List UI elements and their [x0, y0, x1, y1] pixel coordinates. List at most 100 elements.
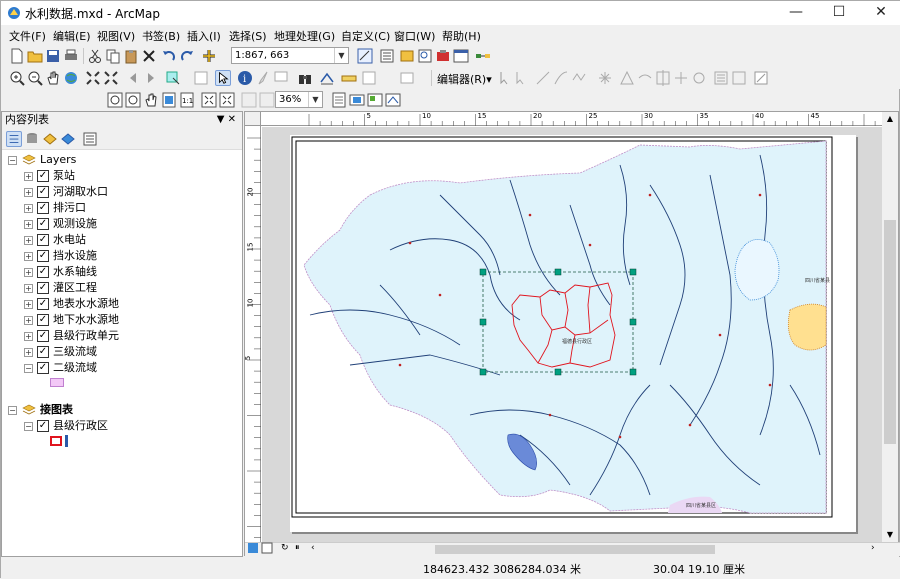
- create-features-icon[interactable]: [753, 70, 769, 86]
- point-icon[interactable]: [597, 70, 613, 86]
- open-folder-icon[interactable]: [27, 48, 43, 64]
- chevron-down-icon[interactable]: ▼: [334, 48, 348, 63]
- zoom-in-icon[interactable]: [9, 70, 25, 86]
- undo-icon[interactable]: [161, 48, 177, 64]
- layer-visibility-checkbox[interactable]: ✓: [37, 298, 49, 310]
- close-button[interactable]: ✕: [861, 1, 900, 25]
- change-layout-icon[interactable]: [367, 92, 383, 108]
- expand-icon[interactable]: +: [24, 236, 33, 245]
- menu-windows[interactable]: 窗口(W): [394, 28, 435, 44]
- select-elements-icon[interactable]: [215, 70, 231, 86]
- attributes-icon[interactable]: [713, 70, 729, 86]
- scroll-left-icon[interactable]: ‹: [311, 543, 315, 553]
- list-by-source-icon[interactable]: [24, 131, 40, 147]
- menu-help[interactable]: 帮助(H): [442, 28, 481, 44]
- find-binoculars-icon[interactable]: [297, 70, 313, 86]
- vertical-scrollbar[interactable]: ▲ ▼: [882, 112, 898, 542]
- expand-icon[interactable]: +: [24, 268, 33, 277]
- layer-visibility-checkbox[interactable]: ✓: [37, 218, 49, 230]
- next-layout-extent-icon[interactable]: [259, 92, 275, 108]
- vertical-scroll-thumb[interactable]: [884, 220, 896, 444]
- zoom-whole-page-icon[interactable]: [161, 92, 177, 108]
- print-icon[interactable]: [63, 48, 79, 64]
- toc-pin-close[interactable]: ▼ ✕: [217, 112, 236, 127]
- editor-menu[interactable]: 编辑器(R)▾: [437, 71, 492, 87]
- redo-icon[interactable]: [179, 48, 195, 64]
- menu-bookmarks[interactable]: 书签(B): [142, 28, 180, 44]
- layer-visibility-checkbox[interactable]: ✓: [37, 282, 49, 294]
- expand-icon[interactable]: +: [24, 172, 33, 181]
- trace-icon[interactable]: [571, 70, 587, 86]
- layer-visibility-checkbox[interactable]: ✓: [37, 420, 49, 432]
- layout-view-toggle-icon[interactable]: [261, 542, 273, 554]
- clear-selection-icon[interactable]: [193, 70, 209, 86]
- layer-visibility-checkbox[interactable]: ✓: [37, 330, 49, 342]
- expand-icon[interactable]: +: [24, 348, 33, 357]
- list-by-selection-icon[interactable]: [60, 131, 76, 147]
- layout-view-icon[interactable]: [399, 70, 415, 86]
- add-data-icon[interactable]: [201, 48, 217, 64]
- go-to-xy-icon[interactable]: [319, 70, 335, 86]
- scroll-right-icon[interactable]: ›: [871, 543, 875, 553]
- layout-zoom-combo[interactable]: 36% ▼: [275, 91, 323, 108]
- layout-pan-icon[interactable]: [143, 92, 159, 108]
- menu-geoprocessing[interactable]: 地理处理(G): [274, 28, 335, 44]
- list-by-drawing-order-icon[interactable]: [6, 131, 22, 147]
- data-view-icon[interactable]: [247, 542, 259, 554]
- layer-visibility-checkbox[interactable]: ✓: [37, 250, 49, 262]
- edit-vertices-icon[interactable]: [619, 70, 635, 86]
- reshape-icon[interactable]: [637, 70, 653, 86]
- back-extent-icon[interactable]: [125, 70, 141, 86]
- fixed-zoom-out-icon[interactable]: [103, 70, 119, 86]
- layout-zoom-out-icon[interactable]: [125, 92, 141, 108]
- menu-insert[interactable]: 插入(I): [187, 28, 221, 44]
- horizontal-scroll-thumb[interactable]: [435, 545, 715, 554]
- zoom-100-icon[interactable]: 1:1: [179, 92, 195, 108]
- refresh-icon[interactable]: ↻: [281, 543, 289, 553]
- list-by-visibility-icon[interactable]: [42, 131, 58, 147]
- menu-selection[interactable]: 选择(S): [229, 28, 267, 44]
- save-icon[interactable]: [45, 48, 61, 64]
- time-slider-icon[interactable]: [361, 70, 377, 86]
- delete-icon[interactable]: [141, 48, 157, 64]
- forward-extent-icon[interactable]: [143, 70, 159, 86]
- layer-visibility-checkbox[interactable]: ✓: [37, 266, 49, 278]
- menu-customize[interactable]: 自定义(C): [341, 28, 390, 44]
- endpoint-arc-icon[interactable]: [553, 70, 569, 86]
- arctoolbox-icon[interactable]: [435, 48, 451, 64]
- new-document-icon[interactable]: [9, 48, 25, 64]
- layer-visibility-checkbox[interactable]: ✓: [37, 202, 49, 214]
- edit-annotation-icon[interactable]: [513, 70, 529, 86]
- collapse-icon[interactable]: −: [8, 406, 17, 415]
- previous-layout-extent-icon[interactable]: [241, 92, 257, 108]
- expand-icon[interactable]: +: [24, 188, 33, 197]
- layer-visibility-checkbox[interactable]: ✓: [37, 170, 49, 182]
- sketch-properties-icon[interactable]: [731, 70, 747, 86]
- rotate-icon[interactable]: [691, 70, 707, 86]
- pause-drawing-icon[interactable]: ⏸: [295, 543, 300, 553]
- catalog-icon[interactable]: [399, 48, 415, 64]
- fixed-zoom-out-layout-icon[interactable]: [219, 92, 235, 108]
- zoom-out-icon[interactable]: [27, 70, 43, 86]
- data-driven-pages-icon[interactable]: [385, 92, 401, 108]
- paste-icon[interactable]: [123, 48, 139, 64]
- search-window-icon[interactable]: [417, 48, 433, 64]
- expand-icon[interactable]: +: [24, 252, 33, 261]
- pan-hand-icon[interactable]: [45, 70, 61, 86]
- map-scale-combo[interactable]: 1:867, 663 ▼: [231, 47, 349, 64]
- expand-icon[interactable]: +: [24, 300, 33, 309]
- straight-segment-icon[interactable]: [535, 70, 551, 86]
- edit-tool-icon[interactable]: [497, 70, 513, 86]
- menu-file[interactable]: 文件(F): [9, 28, 46, 44]
- chevron-down-icon[interactable]: ▼: [308, 92, 322, 107]
- layer-visibility-checkbox[interactable]: ✓: [37, 234, 49, 246]
- scroll-up-icon[interactable]: ▲: [883, 112, 897, 126]
- layout-view[interactable]: 5 10 15 20 25 30 35 40 45 20 15 10 5 福德县…: [244, 111, 900, 556]
- hyperlink-icon[interactable]: [255, 70, 271, 86]
- identify-icon[interactable]: i: [237, 70, 253, 86]
- minimize-button[interactable]: —: [776, 1, 816, 25]
- scroll-down-icon[interactable]: ▼: [883, 528, 897, 542]
- layer-visibility-checkbox[interactable]: ✓: [37, 346, 49, 358]
- cut-icon[interactable]: [87, 48, 103, 64]
- html-popup-icon[interactable]: [273, 70, 289, 86]
